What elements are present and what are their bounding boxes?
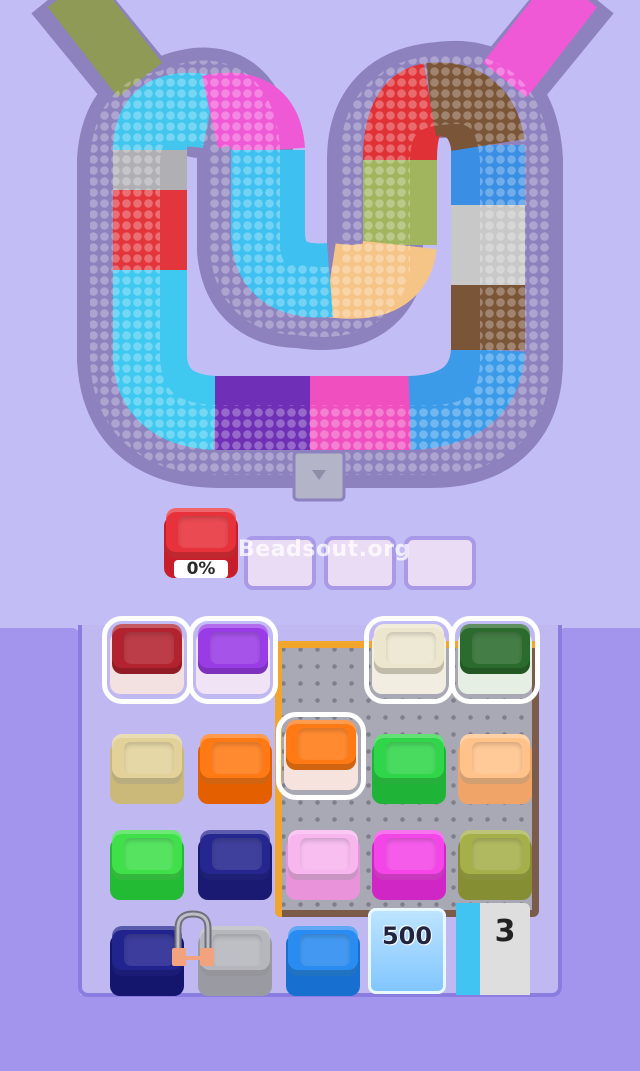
box-inner bbox=[124, 632, 174, 664]
counter-label: 3 bbox=[494, 914, 516, 949]
box-top bbox=[288, 926, 358, 976]
box-magenta[interactable] bbox=[372, 830, 446, 902]
box-top bbox=[112, 624, 182, 674]
box-peach[interactable] bbox=[458, 734, 532, 806]
box-top bbox=[460, 830, 530, 880]
box-inner bbox=[124, 838, 174, 870]
box-top bbox=[288, 830, 358, 880]
queue-box-top bbox=[166, 508, 236, 558]
box-olive[interactable] bbox=[458, 830, 532, 902]
progress-label: 0% bbox=[174, 560, 228, 578]
box-inner bbox=[124, 934, 174, 966]
box-top bbox=[286, 720, 356, 770]
box-top bbox=[374, 830, 444, 880]
queue-box-inner bbox=[178, 516, 228, 548]
ice-block[interactable] bbox=[368, 908, 446, 994]
ice-count-label: 500 bbox=[381, 922, 433, 950]
box-inner bbox=[212, 838, 262, 870]
box-inner bbox=[124, 742, 174, 774]
box-top bbox=[198, 624, 268, 674]
box-pink-light[interactable] bbox=[286, 830, 360, 902]
box-green-dark[interactable] bbox=[450, 616, 540, 704]
box-inner bbox=[386, 742, 436, 774]
box-orange[interactable] bbox=[198, 734, 272, 806]
box-top bbox=[112, 830, 182, 880]
box-inner bbox=[212, 742, 262, 774]
box-top bbox=[112, 734, 182, 784]
box-red-dark[interactable] bbox=[102, 616, 192, 704]
box-inner bbox=[472, 632, 522, 664]
box-orange-selected[interactable] bbox=[276, 712, 366, 800]
pegboard-frame-side bbox=[275, 641, 282, 917]
queue-slot-4[interactable] bbox=[404, 536, 476, 590]
magnet-icon bbox=[172, 910, 214, 966]
box-inner bbox=[212, 934, 262, 966]
tray-bottom bbox=[0, 995, 640, 1071]
box-inner bbox=[386, 838, 436, 870]
box-top bbox=[374, 624, 444, 674]
box-inner bbox=[386, 632, 436, 664]
lock-bar bbox=[456, 903, 480, 995]
box-inner bbox=[298, 728, 348, 760]
box-blue[interactable] bbox=[286, 926, 360, 998]
box-top bbox=[460, 624, 530, 674]
box-green[interactable] bbox=[372, 734, 446, 806]
box-cream[interactable] bbox=[364, 616, 454, 704]
box-inner bbox=[300, 838, 350, 870]
box-inner bbox=[300, 934, 350, 966]
watermark: Beadsout.org bbox=[238, 537, 411, 562]
box-top bbox=[200, 734, 270, 784]
box-top bbox=[200, 830, 270, 880]
box-green-light[interactable] bbox=[110, 830, 184, 902]
box-inner bbox=[472, 742, 522, 774]
queue-slot-1[interactable]: 0% bbox=[162, 508, 238, 590]
box-purple[interactable] bbox=[188, 616, 278, 704]
box-inner bbox=[210, 632, 260, 664]
box-top bbox=[374, 734, 444, 784]
bead-track bbox=[31, 0, 614, 502]
box-khaki[interactable] bbox=[110, 734, 184, 806]
box-top bbox=[460, 734, 530, 784]
box-inner bbox=[472, 838, 522, 870]
game-board: 0% Beadsout.org 500 3 bbox=[0, 0, 640, 1071]
queue-box-red: 0% bbox=[164, 508, 238, 580]
box-navy[interactable] bbox=[198, 830, 272, 902]
